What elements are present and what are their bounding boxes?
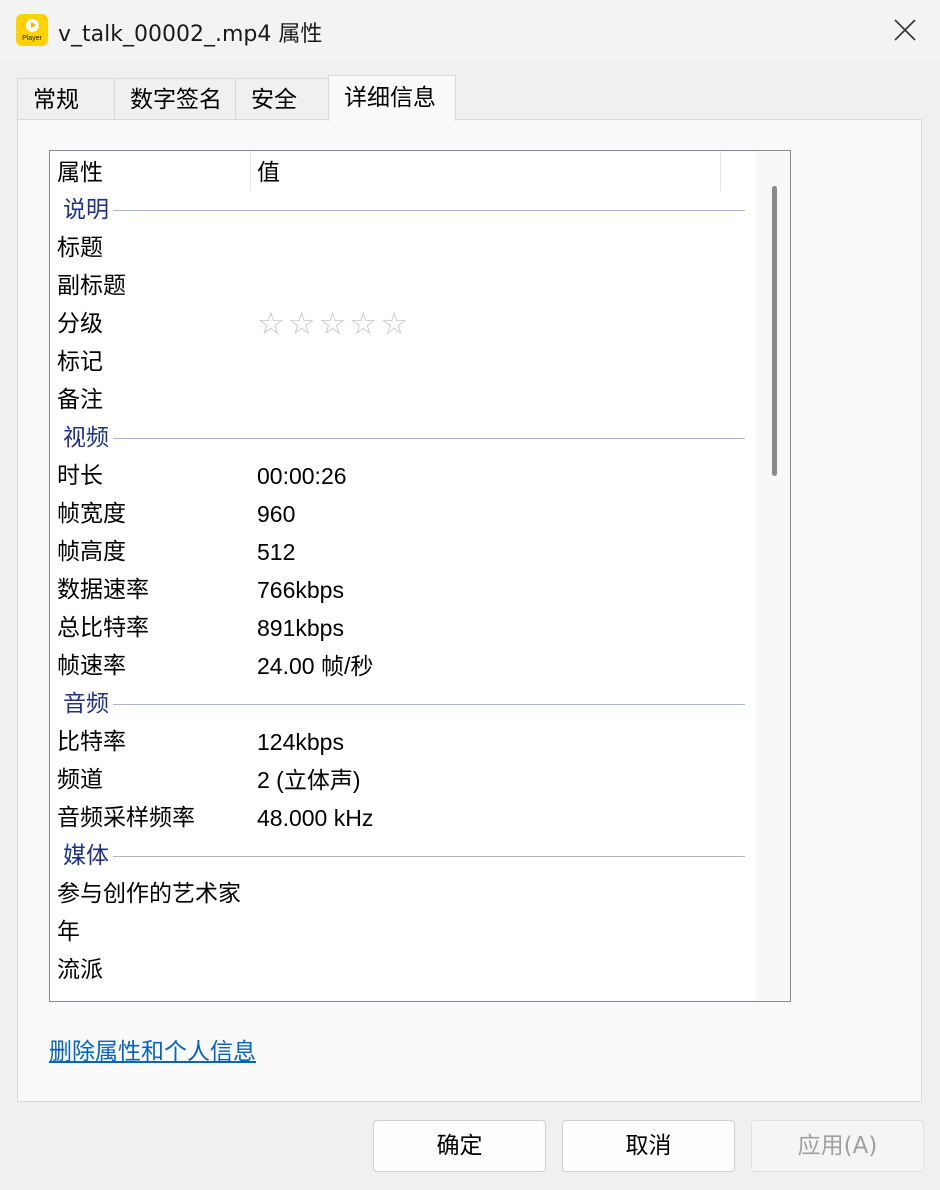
star-icon[interactable]: ☆ (257, 306, 288, 342)
title-bar: Player v_talk_00002_.mp4 属性 (0, 0, 940, 60)
property-row[interactable]: 分级 ☆☆☆☆☆ (50, 305, 755, 343)
property-value: 00:00:26 (257, 463, 347, 489)
star-icon[interactable]: ☆ (349, 306, 380, 342)
apply-button[interactable]: 应用(A) (751, 1120, 924, 1172)
property-row[interactable]: 音频采样频率 48.000 kHz (50, 799, 755, 837)
scrollbar-thumb[interactable] (772, 186, 777, 476)
property-value: 48.000 kHz (257, 805, 374, 831)
tab-security[interactable]: 安全 (235, 78, 329, 120)
property-row[interactable]: 备注 (50, 381, 755, 419)
star-icon[interactable]: ☆ (380, 306, 411, 342)
cancel-button[interactable]: 取消 (562, 1120, 735, 1172)
group-header-description[interactable]: 说明 (50, 191, 755, 229)
group-title: 说明 (63, 191, 113, 229)
property-row[interactable]: 帧宽度 960 (50, 495, 755, 533)
property-row[interactable]: 标记 (50, 343, 755, 381)
player-app-icon: Player (16, 14, 48, 46)
property-row[interactable]: 帧速率 24.00 帧/秒 (50, 647, 755, 685)
property-row[interactable]: 帧高度 512 (50, 533, 755, 571)
tab-general[interactable]: 常规 (17, 78, 115, 120)
group-title: 媒体 (63, 837, 113, 875)
group-header-video[interactable]: 视频 (50, 419, 755, 457)
app-icon-label: Player (22, 35, 42, 42)
property-name: 分级 (57, 311, 103, 337)
property-name: 年 (57, 919, 80, 945)
property-row[interactable]: 总比特率 891kbps (50, 609, 755, 647)
property-name: 频道 (57, 767, 103, 793)
property-value: 512 (257, 539, 296, 565)
property-value: 124kbps (257, 729, 344, 755)
property-name: 总比特率 (57, 615, 149, 641)
tab-details[interactable]: 详细信息 (328, 75, 456, 121)
property-name: 标题 (57, 235, 103, 261)
group-header-media[interactable]: 媒体 (50, 837, 755, 875)
property-value: 766kbps (257, 577, 344, 603)
property-row[interactable]: 频道 2 (立体声) (50, 761, 755, 799)
property-value: 24.00 帧/秒 (257, 653, 374, 679)
property-rows: 说明 标题 副标题 分级 ☆☆☆☆☆ 标记 备注 视频 时长 00:00:26 … (50, 191, 755, 989)
list-header: 属性 值 (50, 151, 755, 193)
property-name: 参与创作的艺术家 (57, 881, 241, 907)
group-header-audio[interactable]: 音频 (50, 685, 755, 723)
tab-digital-signatures[interactable]: 数字签名 (114, 78, 236, 120)
property-name: 音频采样频率 (57, 805, 195, 831)
property-name: 时长 (57, 463, 103, 489)
property-name: 副标题 (57, 273, 126, 299)
close-button[interactable] (870, 0, 940, 60)
close-icon (894, 19, 916, 41)
property-value: 960 (257, 501, 296, 527)
property-name: 帧高度 (57, 539, 126, 565)
property-row[interactable]: 时长 00:00:26 (50, 457, 755, 495)
property-value: 2 (立体声) (257, 767, 361, 793)
rating-stars[interactable]: ☆☆☆☆☆ (257, 305, 411, 343)
remove-properties-link[interactable]: 删除属性和个人信息 (49, 1032, 256, 1066)
property-row[interactable]: 年 (50, 913, 755, 951)
group-title: 音频 (63, 685, 113, 723)
property-name: 帧速率 (57, 653, 126, 679)
property-name: 帧宽度 (57, 501, 126, 527)
property-name: 比特率 (57, 729, 126, 755)
property-row[interactable]: 标题 (50, 229, 755, 267)
property-value: 891kbps (257, 615, 344, 641)
star-icon[interactable]: ☆ (288, 306, 319, 342)
column-divider[interactable] (720, 151, 721, 191)
vertical-scrollbar[interactable] (756, 151, 790, 1001)
property-name: 标记 (57, 349, 103, 375)
column-header-property[interactable]: 属性 (50, 151, 250, 191)
property-row[interactable]: 副标题 (50, 267, 755, 305)
property-row[interactable]: 参与创作的艺术家 (50, 875, 755, 913)
details-list[interactable]: 属性 值 说明 标题 副标题 分级 ☆☆☆☆☆ 标记 备注 视频 时长 00:0… (49, 150, 791, 1002)
column-header-value[interactable]: 值 (250, 151, 720, 191)
star-icon[interactable]: ☆ (319, 306, 350, 342)
window-title: v_talk_00002_.mp4 属性 (58, 22, 323, 47)
group-title: 视频 (63, 419, 113, 457)
property-name: 流派 (57, 957, 103, 983)
property-name: 数据速率 (57, 577, 149, 603)
property-row[interactable]: 数据速率 766kbps (50, 571, 755, 609)
property-row[interactable]: 流派 (50, 951, 755, 989)
ok-button[interactable]: 确定 (373, 1120, 546, 1172)
property-row[interactable]: 比特率 124kbps (50, 723, 755, 761)
property-name: 备注 (57, 387, 103, 413)
